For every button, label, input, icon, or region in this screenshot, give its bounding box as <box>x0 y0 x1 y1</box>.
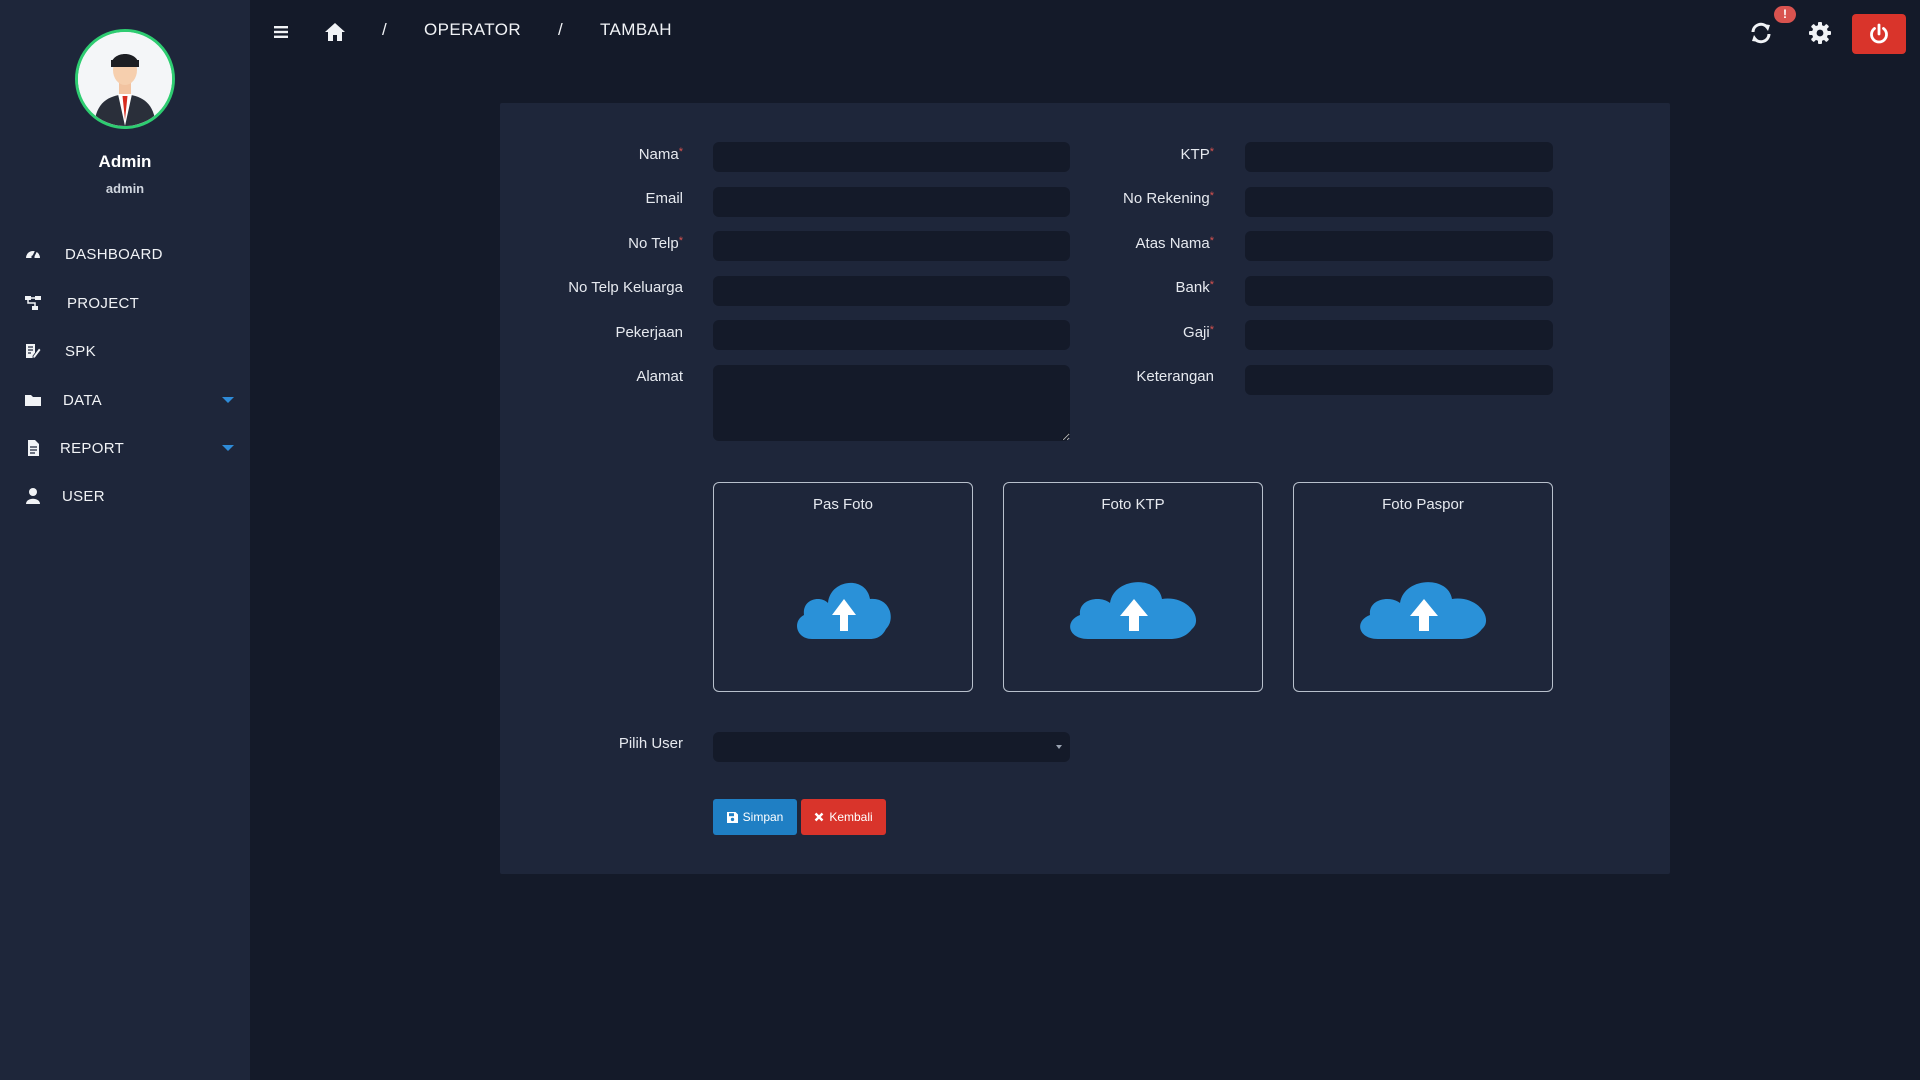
no-rekening-input[interactable] <box>1245 187 1553 217</box>
cloud-upload-icon <box>1070 582 1197 639</box>
sidebar-item-spk[interactable]: SPK <box>0 333 250 369</box>
sidebar-item-label: DASHBOARD <box>65 245 163 263</box>
notification-badge: ! <box>1774 6 1796 23</box>
power-icon <box>1870 23 1888 44</box>
sidebar-item-label: PROJECT <box>67 294 140 312</box>
atas-nama-input[interactable] <box>1245 231 1553 261</box>
edit-document-icon <box>26 344 42 359</box>
sidebar-item-data[interactable]: DATA <box>0 382 250 418</box>
user-role: admin <box>105 181 145 196</box>
sidebar-item-report[interactable]: REPORT <box>0 430 250 466</box>
label-no-telp-keluarga: No Telp Keluarga <box>568 279 683 296</box>
back-button[interactable]: Kembali <box>801 799 886 835</box>
cloud-upload-icon <box>1360 582 1487 639</box>
gaji-input[interactable] <box>1245 320 1553 350</box>
label-alamat: Alamat <box>636 368 683 385</box>
pilih-user-select[interactable] <box>713 732 1070 762</box>
sidebar-item-user[interactable]: USER <box>0 478 250 514</box>
upload-title: Foto KTP <box>1101 496 1165 513</box>
businessman-avatar-icon <box>78 32 172 126</box>
save-button[interactable]: Simpan <box>713 799 797 835</box>
gear-icon[interactable] <box>1808 21 1832 45</box>
sidebar-item-label: USER <box>62 487 105 505</box>
chevron-down-icon <box>222 445 234 451</box>
home-icon[interactable] <box>324 22 346 42</box>
folder-icon <box>25 395 41 406</box>
no-telp-input[interactable] <box>713 231 1070 261</box>
chevron-down-icon <box>1056 745 1062 749</box>
refresh-icon[interactable] <box>1749 21 1773 45</box>
user-icon <box>26 488 40 504</box>
dashboard-icon <box>26 250 40 259</box>
pekerjaan-input[interactable] <box>713 320 1070 350</box>
sitemap-icon <box>25 296 41 310</box>
bank-input[interactable] <box>1245 276 1553 306</box>
hamburger-menu-icon[interactable] <box>274 25 288 39</box>
label-email: Email <box>645 190 683 207</box>
sidebar-item-project[interactable]: PROJECT <box>0 285 250 321</box>
chevron-down-icon <box>222 397 234 403</box>
label-pekerjaan: Pekerjaan <box>615 324 683 341</box>
breadcrumb-tambah: TAMBAH <box>600 20 672 39</box>
label-keterangan: Keterangan <box>1136 368 1214 385</box>
close-icon <box>814 812 824 822</box>
upload-title: Foto Paspor <box>1382 496 1464 513</box>
label-atas-nama: Atas Nama* <box>1135 235 1214 252</box>
back-button-label: Kembali <box>829 810 873 824</box>
upload-foto-ktp[interactable]: Foto KTP <box>1003 482 1263 692</box>
breadcrumb-separator: / <box>558 20 564 39</box>
label-bank: Bank* <box>1175 279 1214 296</box>
cloud-upload-icon <box>797 582 891 639</box>
no-telp-keluarga-input[interactable] <box>713 276 1070 306</box>
upload-title: Pas Foto <box>812 496 874 513</box>
logout-button[interactable] <box>1852 14 1906 54</box>
label-no-rekening: No Rekening* <box>1123 190 1214 207</box>
label-ktp: KTP* <box>1180 146 1214 163</box>
label-no-telp: No Telp* <box>628 235 683 252</box>
avatar[interactable] <box>75 29 175 129</box>
upload-foto-paspor[interactable]: Foto Paspor <box>1293 482 1553 692</box>
breadcrumb-separator: / <box>382 20 388 39</box>
nama-input[interactable] <box>713 142 1070 172</box>
save-icon <box>726 811 738 823</box>
file-icon <box>28 440 39 456</box>
sidebar-item-label: REPORT <box>60 439 125 457</box>
email-input[interactable] <box>713 187 1070 217</box>
breadcrumb-operator[interactable]: OPERATOR <box>424 20 521 40</box>
ktp-input[interactable] <box>1245 142 1553 172</box>
keterangan-input[interactable] <box>1245 365 1553 395</box>
sidebar-item-label: SPK <box>65 342 96 360</box>
label-nama: Nama* <box>638 146 683 163</box>
label-pilih-user: Pilih User <box>618 735 683 752</box>
label-gaji: Gaji* <box>1183 324 1214 341</box>
alamat-textarea[interactable] <box>713 365 1070 441</box>
upload-pas-foto[interactable]: Pas Foto <box>713 482 973 692</box>
sidebar-item-label: DATA <box>63 391 102 409</box>
save-button-label: Simpan <box>742 810 784 824</box>
sidebar: Admin admin DASHBOARD PROJECT SPK DATA R… <box>0 0 250 1080</box>
sidebar-item-dashboard[interactable]: DASHBOARD <box>0 236 250 272</box>
user-name: Admin <box>98 152 152 171</box>
